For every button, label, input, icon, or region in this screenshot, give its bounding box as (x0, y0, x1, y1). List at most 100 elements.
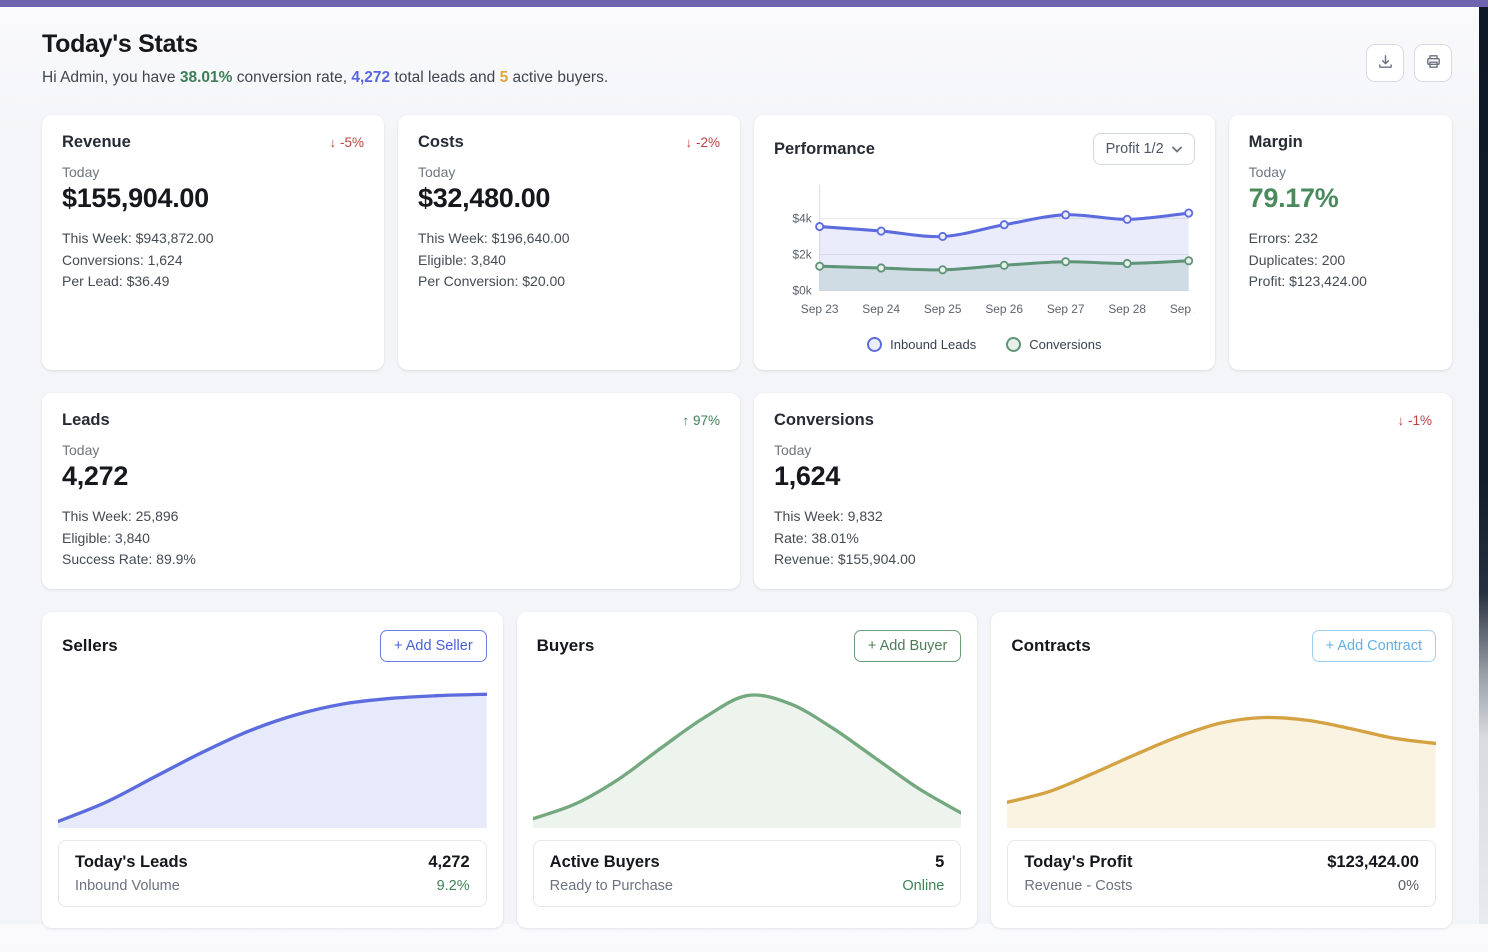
svg-text:Sep 29: Sep 29 (1170, 302, 1195, 316)
download-icon (1377, 53, 1394, 73)
svg-text:Sep 24: Sep 24 (862, 302, 900, 316)
stat-line: Rate: 38.01% (774, 528, 1432, 550)
svg-text:$0k: $0k (793, 283, 813, 297)
revenue-trend-badge: ↓ -5% (329, 135, 364, 150)
stat-subtitle: Revenue - Costs (1024, 878, 1132, 894)
stat-line: Eligible: 3,840 (418, 250, 720, 272)
period-label: Today (62, 442, 720, 458)
stat-line: This Week: 25,896 (62, 506, 720, 528)
costs-value: $32,480.00 (418, 183, 720, 214)
performance-legend: Inbound Leads Conversions (774, 337, 1195, 352)
stat-subvalue: 9.2% (437, 878, 470, 894)
legend-item-conversions[interactable]: Conversions (1006, 337, 1101, 352)
svg-text:Sep 23: Sep 23 (801, 302, 839, 316)
performance-chart: $0k $2k $4k Sep 23 Sep 24 Sep 25 Sep 26 Sep 27 S… (774, 177, 1195, 327)
stat-subvalue: Online (902, 878, 944, 894)
stat-line: Per Lead: $36.49 (62, 271, 364, 293)
arrow-down-icon: ↓ (685, 135, 692, 150)
period-label: Today (418, 164, 720, 180)
buyers-stat-box: Active Buyers 5 Ready to Purchase Online (533, 840, 962, 907)
stat-title: Today's Profit (1024, 853, 1132, 872)
leads-trend-badge: ↑ 97% (682, 413, 720, 428)
window-edge (1479, 0, 1488, 924)
sellers-card: Sellers + Add Seller Today's Leads 4,272… (42, 612, 503, 928)
contracts-title: Contracts (1007, 636, 1090, 656)
print-icon (1425, 53, 1442, 73)
stat-line: Revenue: $155,904.00 (774, 549, 1432, 571)
stat-line: Conversions: 1,624 (62, 250, 364, 272)
stat-subvalue: 0% (1398, 878, 1419, 894)
stat-line: Duplicates: 200 (1249, 250, 1432, 272)
period-label: Today (1249, 164, 1432, 180)
stat-line: This Week: $943,872.00 (62, 228, 364, 250)
buyers-card: Buyers + Add Buyer Active Buyers 5 Ready… (517, 612, 978, 928)
contracts-card: Contracts + Add Contract Today's Profit … (991, 612, 1452, 928)
stat-value: 4,272 (428, 853, 469, 872)
margin-title: Margin (1249, 133, 1303, 152)
conversion-rate-value: 38.01% (180, 69, 233, 86)
buyers-title: Buyers (533, 636, 595, 656)
arrow-down-icon: ↓ (1397, 413, 1404, 428)
stat-line: This Week: 9,832 (774, 506, 1432, 528)
page-header: Today's Stats Hi Admin, you have 38.01% … (42, 30, 1452, 87)
conversions-trend-badge: ↓ -1% (1397, 413, 1432, 428)
buyers-chart (533, 676, 962, 828)
costs-title: Costs (418, 133, 464, 152)
svg-text:Sep 26: Sep 26 (985, 302, 1023, 316)
legend-dot-icon (867, 337, 882, 352)
profit-dropdown[interactable]: Profit 1/2 (1093, 133, 1195, 165)
conversions-title: Conversions (774, 411, 874, 430)
leads-title: Leads (62, 411, 110, 430)
print-button[interactable] (1414, 44, 1452, 82)
stat-line: Per Conversion: $20.00 (418, 271, 720, 293)
stat-line: Profit: $123,424.00 (1249, 271, 1432, 293)
stat-line: Errors: 232 (1249, 228, 1432, 250)
svg-text:Sep 28: Sep 28 (1108, 302, 1146, 316)
performance-card: Performance Profit 1/2 $0k $2k $4k Sep 23 Se… (754, 115, 1215, 370)
legend-dot-icon (1006, 337, 1021, 352)
arrow-down-icon: ↓ (329, 135, 336, 150)
chevron-down-icon (1172, 141, 1182, 157)
page-subtitle: Hi Admin, you have 38.01% conversion rat… (42, 69, 608, 87)
stat-title: Active Buyers (550, 853, 660, 872)
sellers-stat-box: Today's Leads 4,272 Inbound Volume 9.2% (58, 840, 487, 907)
svg-text:$4k: $4k (793, 211, 813, 225)
header-text: Today's Stats Hi Admin, you have 38.01% … (42, 30, 608, 87)
dashboard: Today's Stats Hi Admin, you have 38.01% … (0, 0, 1488, 952)
stat-line: This Week: $196,640.00 (418, 228, 720, 250)
stat-line: Success Rate: 89.9% (62, 549, 720, 571)
margin-value: 79.17% (1249, 183, 1432, 214)
margin-card: Margin Today 79.17% Errors: 232 Duplicat… (1229, 115, 1452, 370)
download-button[interactable] (1366, 44, 1404, 82)
stat-title: Today's Leads (75, 853, 188, 872)
performance-title: Performance (774, 140, 875, 159)
period-label: Today (62, 164, 364, 180)
stat-value: $123,424.00 (1327, 853, 1419, 872)
add-contract-button[interactable]: + Add Contract (1312, 630, 1436, 662)
stat-line: Eligible: 3,840 (62, 528, 720, 550)
total-leads-value: 4,272 (351, 69, 390, 86)
revenue-title: Revenue (62, 133, 131, 152)
costs-trend-badge: ↓ -2% (685, 135, 720, 150)
stat-subtitle: Ready to Purchase (550, 878, 673, 894)
header-actions (1366, 44, 1452, 82)
cards-grid: Revenue ↓ -5% Today $155,904.00 This Wee… (42, 115, 1452, 928)
add-buyer-button[interactable]: + Add Buyer (854, 630, 961, 662)
costs-card: Costs ↓ -2% Today $32,480.00 This Week: … (398, 115, 740, 370)
sellers-chart (58, 676, 487, 828)
arrow-up-icon: ↑ (682, 413, 689, 428)
legend-item-inbound-leads[interactable]: Inbound Leads (867, 337, 976, 352)
sellers-title: Sellers (58, 636, 118, 656)
conversions-value: 1,624 (774, 461, 1432, 492)
svg-text:Sep 27: Sep 27 (1047, 302, 1085, 316)
add-seller-button[interactable]: + Add Seller (380, 630, 487, 662)
svg-text:Sep 25: Sep 25 (924, 302, 962, 316)
accent-topbar (0, 0, 1488, 7)
svg-text:$2k: $2k (793, 247, 813, 261)
contracts-chart (1007, 676, 1436, 828)
leads-value: 4,272 (62, 461, 720, 492)
revenue-value: $155,904.00 (62, 183, 364, 214)
leads-card: Leads ↑ 97% Today 4,272 This Week: 25,89… (42, 393, 740, 589)
conversions-card: Conversions ↓ -1% Today 1,624 This Week:… (754, 393, 1452, 589)
stat-subtitle: Inbound Volume (75, 878, 180, 894)
